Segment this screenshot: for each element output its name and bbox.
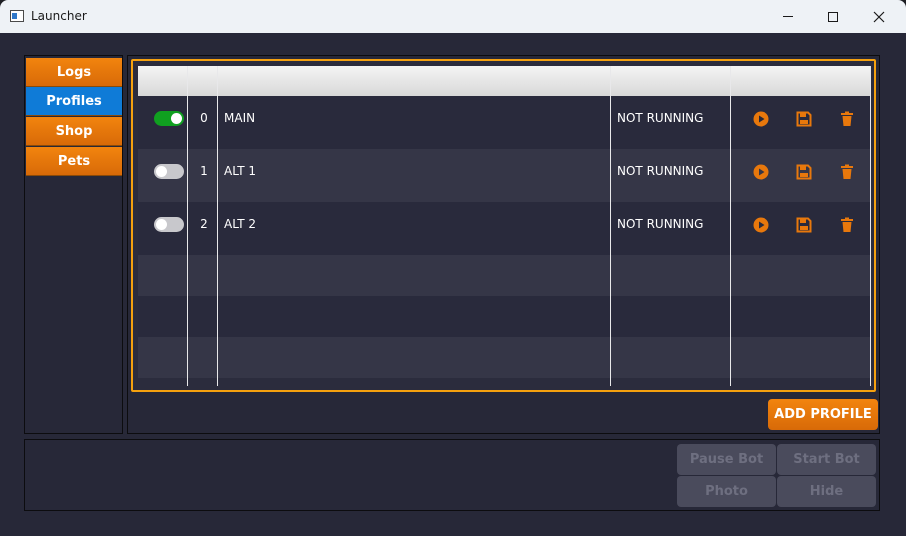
profiles-panel: 0 MAIN NOT RUNNING 1 ALT 1 NOT RUNNING 2…	[127, 55, 880, 434]
sidebar-item-shop[interactable]: Shop	[26, 117, 122, 146]
window-title: Launcher	[31, 9, 87, 23]
photo-button[interactable]: Photo	[677, 476, 776, 507]
save-icon[interactable]	[796, 111, 812, 127]
table-row-empty	[138, 255, 871, 296]
app-window-icon	[10, 10, 24, 22]
play-icon[interactable]	[753, 217, 769, 233]
hide-button[interactable]: Hide	[777, 476, 876, 507]
save-icon[interactable]	[796, 164, 812, 180]
toggle-knob	[171, 113, 182, 124]
minimize-icon	[783, 16, 793, 17]
pause-bot-button[interactable]: Pause Bot	[677, 444, 776, 475]
sidebar-item-pets[interactable]: Pets	[26, 147, 122, 176]
launcher-window: Launcher Logs Profiles Shop Pets 0 MAIN …	[0, 0, 906, 536]
table-row: 2 ALT 2 NOT RUNNING	[138, 202, 871, 255]
trash-icon[interactable]	[839, 164, 855, 180]
profile-status: NOT RUNNING	[617, 217, 704, 231]
sidebar-item-profiles[interactable]: Profiles	[26, 87, 122, 116]
start-bot-button[interactable]: Start Bot	[777, 444, 876, 475]
profile-name: MAIN	[224, 111, 256, 125]
maximize-button[interactable]	[810, 0, 856, 33]
close-button[interactable]	[856, 0, 902, 33]
profile-name: ALT 2	[224, 217, 257, 231]
profile-enable-toggle[interactable]	[154, 164, 184, 179]
minimize-button[interactable]	[765, 0, 811, 33]
add-profile-button[interactable]: ADD PROFILE	[768, 399, 878, 430]
profile-index: 0	[200, 111, 208, 125]
table-row-empty	[138, 337, 871, 378]
column-divider	[610, 66, 611, 386]
save-icon[interactable]	[796, 217, 812, 233]
trash-icon[interactable]	[839, 217, 855, 233]
play-icon[interactable]	[753, 164, 769, 180]
trash-icon[interactable]	[839, 111, 855, 127]
sidebar-item-logs[interactable]: Logs	[26, 58, 122, 87]
profile-index: 2	[200, 217, 208, 231]
close-icon	[873, 11, 885, 22]
table-header	[138, 66, 871, 96]
sidebar: Logs Profiles Shop Pets	[24, 55, 123, 434]
profile-name: ALT 1	[224, 164, 257, 178]
toggle-knob	[156, 219, 167, 230]
table-row: 0 MAIN NOT RUNNING	[138, 96, 871, 149]
title-bar: Launcher	[0, 0, 906, 33]
column-divider	[217, 66, 218, 386]
profile-status: NOT RUNNING	[617, 111, 704, 125]
profiles-table: 0 MAIN NOT RUNNING 1 ALT 1 NOT RUNNING 2…	[131, 59, 876, 392]
profile-enable-toggle[interactable]	[154, 217, 184, 232]
toggle-knob	[156, 166, 167, 177]
profile-status: NOT RUNNING	[617, 164, 704, 178]
bot-controls-panel: Pause Bot Start Bot Photo Hide	[24, 439, 880, 511]
play-icon[interactable]	[753, 111, 769, 127]
column-divider	[730, 66, 731, 386]
column-divider	[187, 66, 188, 386]
profile-index: 1	[200, 164, 208, 178]
table-row-empty	[138, 296, 871, 337]
column-divider	[870, 66, 871, 386]
profile-enable-toggle[interactable]	[154, 111, 184, 126]
maximize-icon	[828, 11, 838, 22]
table-row: 1 ALT 1 NOT RUNNING	[138, 149, 871, 202]
